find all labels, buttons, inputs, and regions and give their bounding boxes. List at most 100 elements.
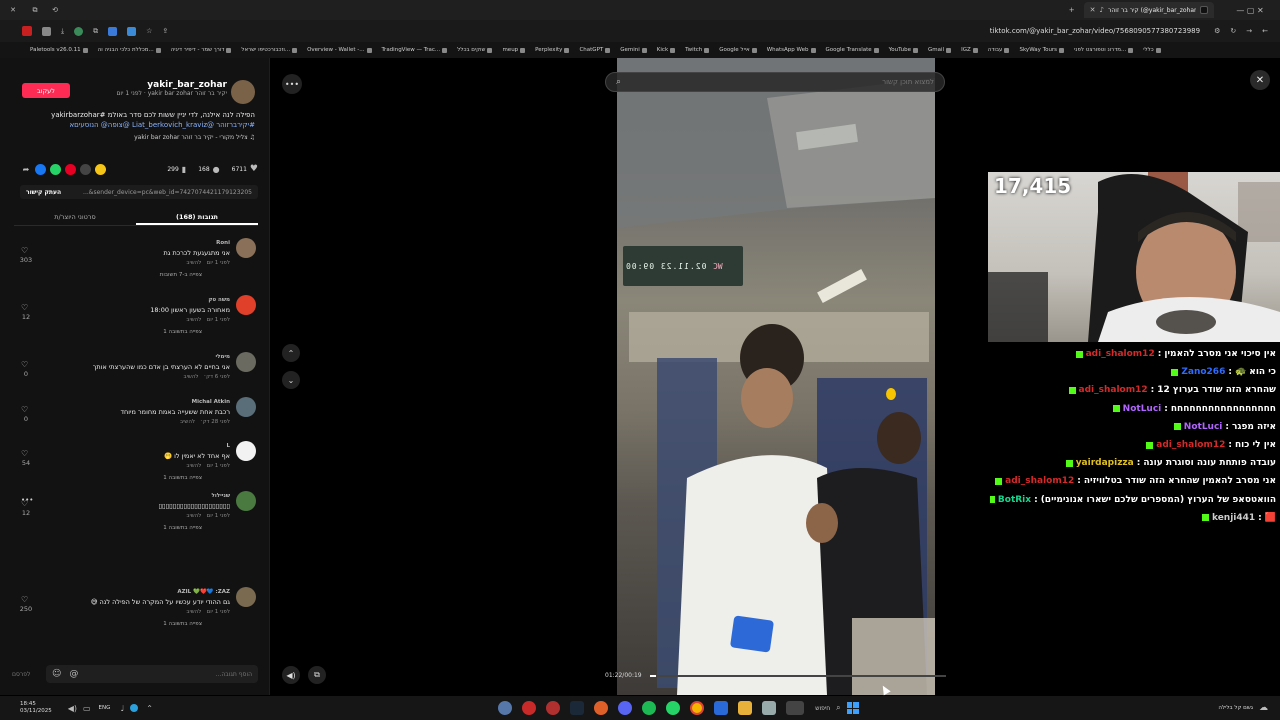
comment-input-box[interactable]: ☺ @	[46, 665, 258, 683]
reply-link[interactable]: להשיב	[186, 260, 201, 266]
comment-like-heart-icon[interactable]: ♡	[21, 449, 28, 458]
related-search-input[interactable]	[621, 78, 934, 86]
bookmark-item[interactable]: Paletools v26.0.11	[30, 47, 88, 53]
next-video-icon[interactable]: ⌄	[282, 371, 300, 389]
commenter-avatar[interactable]	[236, 295, 256, 315]
bookmark-item[interactable]: SkyWay Tours	[1019, 47, 1065, 53]
commenter-name[interactable]: Michal Atkin	[30, 397, 230, 407]
site-info-icon[interactable]: ⚙	[1214, 27, 1220, 35]
bookmark-icon[interactable]: ▮	[182, 165, 186, 174]
commenter-avatar[interactable]	[236, 238, 256, 258]
bookmark-item[interactable]: מכללת כלכי הבניה וה...	[98, 47, 161, 53]
reload-icon[interactable]: ↻	[1230, 27, 1236, 35]
chat-username[interactable]: NotLuci	[1184, 422, 1223, 432]
spotify-app-icon[interactable]	[642, 701, 657, 715]
comment-like-heart-icon[interactable]: ♡	[21, 595, 28, 604]
tab-comments[interactable]: תגובות (168)	[136, 210, 258, 225]
tray-expand-icon[interactable]: ⌃	[146, 704, 153, 713]
back-icon[interactable]: ⟲	[50, 6, 60, 14]
comment-like-heart-icon[interactable]: ♡	[21, 360, 28, 369]
creator-username[interactable]: yakir_bar_zohar	[67, 80, 227, 90]
telegram-tray-icon[interactable]	[130, 704, 139, 712]
chrome-app-icon[interactable]	[690, 701, 705, 715]
new-tab-icon[interactable]: +	[1066, 6, 1078, 14]
commenter-name[interactable]: שניילול	[30, 491, 230, 501]
facebook-icon[interactable]	[35, 163, 46, 175]
speaker-icon[interactable]: ◀)	[68, 704, 77, 713]
bookmark-item[interactable]: IGZ	[961, 47, 978, 53]
extension-icon[interactable]	[42, 26, 51, 36]
bookmark-item[interactable]: Google Translate	[826, 47, 879, 53]
chat-username[interactable]: adi_shalom12	[1079, 385, 1148, 395]
commenter-avatar[interactable]	[236, 441, 256, 461]
reply-link[interactable]: להשיב	[180, 419, 195, 425]
bookmark-item[interactable]: Google אייל	[719, 47, 757, 53]
bookmark-item[interactable]: שוקים בכלל	[457, 47, 493, 53]
bookmark-item[interactable]: Gmail	[928, 47, 952, 53]
more-options-icon[interactable]: •••	[282, 74, 302, 94]
commenter-avatar[interactable]	[236, 491, 256, 511]
video-frame[interactable]: 02.11.23 09:00 WC	[617, 58, 935, 695]
brave-app-icon[interactable]	[594, 701, 609, 715]
bookmark-item[interactable]: TradingView — Trac...	[382, 47, 448, 53]
comment-like-heart-icon[interactable]: ♡	[21, 246, 28, 255]
post-comment-button[interactable]: לפרסם	[12, 671, 46, 678]
reply-link[interactable]: להשיב	[186, 463, 201, 469]
extensions-icon[interactable]: ⧉	[93, 27, 98, 36]
view-replies-link[interactable]: צפייה בתשובה 1	[30, 619, 202, 629]
creator-avatar[interactable]	[231, 80, 255, 104]
download-icon[interactable]: ⤓	[61, 27, 64, 36]
embed-icon[interactable]	[80, 163, 91, 175]
pinterest-icon[interactable]	[65, 163, 76, 175]
bookmark-item[interactable]: Gemini	[620, 47, 647, 53]
comment-bubble-icon[interactable]: ●	[213, 165, 220, 174]
reply-link[interactable]: להשיב	[186, 609, 201, 615]
commenter-name[interactable]: מימלי	[30, 352, 230, 362]
view-replies-link[interactable]: צפייה בתשובה 1	[30, 473, 202, 483]
bookmark-item[interactable]: עבודה	[988, 47, 1010, 53]
bookmark-star-icon[interactable]: ☆	[146, 27, 152, 35]
tab-close-icon[interactable]: ✕	[1090, 6, 1096, 14]
discord-app-icon[interactable]	[618, 701, 633, 715]
whatsapp-app-icon[interactable]	[666, 701, 681, 715]
bookmark-item[interactable]: כללי	[1143, 47, 1161, 53]
bookmark-item[interactable]: ChatGPT	[579, 47, 611, 53]
progress-track[interactable]	[650, 675, 946, 677]
chat-username[interactable]: NotLuci	[1123, 404, 1162, 414]
bookmark-item[interactable]: Kick	[657, 47, 676, 53]
chat-username[interactable]: kenji441	[1212, 513, 1255, 523]
bookmark-item[interactable]: דורך שמר - דיפיר דיגיה	[171, 47, 232, 53]
weather-text[interactable]: גשם קל בלילה	[1213, 705, 1253, 712]
reply-link[interactable]: להשיב	[184, 374, 199, 380]
copy-link-button[interactable]: העתק קישור	[26, 189, 61, 196]
chat-username[interactable]: adi_shalom12	[1005, 476, 1074, 486]
commenter-avatar[interactable]	[236, 352, 256, 372]
caption-line-2[interactable]: #יקירברזוהר @Liat_berkovich_kraviz @צופה…	[15, 120, 255, 130]
app-menu-icon[interactable]: ⧉	[30, 6, 40, 15]
notepad-app-icon[interactable]	[762, 701, 777, 715]
translate-icon[interactable]	[127, 26, 137, 36]
comment-like-heart-icon[interactable]: ♡	[21, 405, 28, 414]
follow-button[interactable]: לעקוב	[22, 83, 70, 98]
bookmark-item[interactable]: מדרונ וטפורצט לפני...	[1074, 47, 1134, 53]
commenter-avatar[interactable]	[236, 587, 256, 607]
comment-input[interactable]	[86, 670, 252, 678]
heart-icon[interactable]: ♥	[250, 164, 258, 174]
extension-red-icon[interactable]	[22, 26, 32, 36]
store-app-icon[interactable]	[714, 701, 729, 715]
back-arrow-icon[interactable]: ←	[1262, 27, 1268, 35]
commenter-name[interactable]: Roni	[30, 238, 230, 248]
sidebar-icon[interactable]	[108, 26, 118, 36]
emoji-icon[interactable]: ☺	[52, 669, 61, 679]
bookmark-item[interactable]: Overview - Wallet -...	[307, 47, 372, 53]
url-field[interactable]: tiktok.com/@yakir_bar_zohar/video/756809…	[990, 27, 1200, 35]
repost-icon[interactable]	[95, 163, 106, 175]
bookmark-item[interactable]: Twitch	[685, 47, 710, 53]
active-tab[interactable]: ✕ ♪ קיר בר זוהר (@yakir_bar_zohar) | Tik…	[1083, 2, 1214, 18]
bookmark-item[interactable]: Perplexity	[535, 47, 570, 53]
volume-icon[interactable]: ◀)	[282, 666, 300, 684]
window-controls[interactable]: — ▢ ✕	[1220, 6, 1280, 15]
steelseries-app-icon[interactable]	[546, 701, 561, 715]
chat-username[interactable]: Zano266	[1181, 367, 1225, 377]
reply-link[interactable]: להשיב	[186, 513, 201, 519]
